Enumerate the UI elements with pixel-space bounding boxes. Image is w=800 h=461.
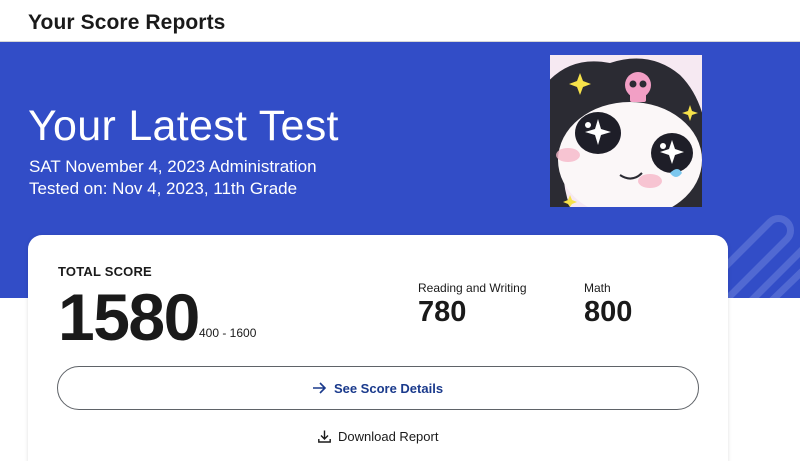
tested-on-text: Tested on: Nov 4, 2023, 11th Grade: [29, 179, 298, 198]
see-score-details-label: See Score Details: [333, 380, 444, 396]
download-icon: [318, 430, 331, 443]
download-report-link[interactable]: Download Report: [318, 429, 438, 444]
score-range: 400 - 1600: [199, 326, 257, 340]
math-label: Math: [584, 281, 611, 295]
total-score-value: 1580: [58, 280, 200, 354]
arrow-right-icon: [312, 382, 327, 394]
top-bar: Your Score Reports: [0, 0, 800, 42]
score-card: TOTAL SCORE 1580 400 - 1600 Reading and …: [28, 235, 728, 461]
see-score-details-button[interactable]: See Score Details: [57, 366, 699, 410]
math-score: 800: [584, 296, 633, 328]
hero-title: Your Latest Test: [28, 102, 339, 150]
download-report-label: Download Report: [338, 429, 439, 444]
page-title: Your Score Reports: [28, 11, 226, 34]
reading-writing-label: Reading and Writing: [418, 281, 527, 295]
total-score-label: TOTAL SCORE: [58, 264, 152, 279]
profile-avatar: [550, 55, 702, 207]
administration-text: SAT November 4, 2023 Administration: [29, 157, 317, 176]
reading-writing-score: 780: [418, 296, 467, 328]
